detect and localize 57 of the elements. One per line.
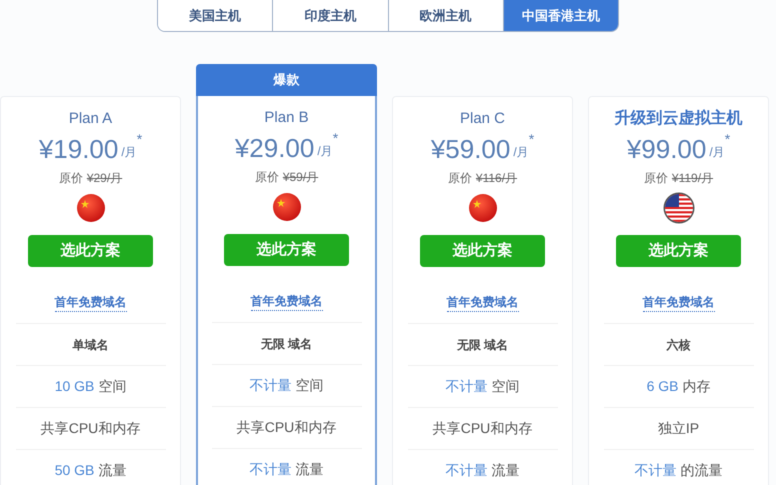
region-tab[interactable]: 中国香港主机 [502,0,618,31]
original-price: ¥59/月 [282,169,318,186]
feature-text: 6 GB 内存 [646,377,710,396]
feature-text: 独立IP [658,419,700,438]
feature-text: 50 GB 流量 [54,461,126,480]
asterisk: * [136,132,142,146]
plan-title: Plan B [264,108,309,128]
choose-plan-button[interactable]: 选此方案 [420,235,545,267]
feature-text: 六核 [666,336,690,354]
feature-text: 共享CPU和内存 [40,419,140,438]
choose-plan-button[interactable]: 选此方案 [224,234,349,266]
feature-text: 不计量 流量 [446,461,520,480]
price-unit: /月 [121,144,137,161]
original-price-label: 原价 [644,170,668,187]
plan-title: Plan C [460,109,506,129]
plan-price: ¥29.00 [234,132,314,164]
plan-price: ¥99.00 [626,133,706,165]
feature-text: 共享CPU和内存 [236,418,336,437]
feature-text: 不计量 的流量 [634,461,722,480]
feature-text: 不计量 空间 [446,377,520,396]
feature-text: 共享CPU和内存 [432,419,532,438]
choose-plan-button[interactable]: 选此方案 [616,235,741,267]
popular-badge: 爆款 [196,64,377,96]
region-tab[interactable]: 印度主机 [272,0,388,31]
original-price: ¥116/月 [476,170,518,187]
price-unit: /月 [317,143,333,160]
china-flag-icon [272,192,302,222]
plan-title: 升级到云虚拟主机 [614,108,742,129]
feature-link[interactable]: 首年免费域名 [250,292,322,310]
original-price-label: 原价 [448,170,472,187]
plan-title: Plan A [68,109,112,129]
price-unit: /月 [709,144,725,161]
region-tab[interactable]: 欧洲主机 [388,0,503,31]
price-unit: /月 [513,144,529,161]
feature-link[interactable]: 首年免费域名 [642,292,714,312]
asterisk: * [332,131,338,145]
original-price-label: 原价 [58,170,83,187]
china-flag-icon [76,193,106,223]
feature-text: 无限 域名 [456,336,508,354]
original-price-label: 原价 [254,169,279,186]
asterisk: * [724,132,730,146]
region-tab[interactable]: 美国主机 [158,0,272,31]
feature-text: 不计量 空间 [250,376,324,395]
asterisk: * [528,132,534,146]
feature-text: 不计量 流量 [250,460,324,479]
feature-text: 无限 域名 [260,336,312,352]
china-flag-icon [468,193,498,223]
feature-link[interactable]: 首年免费域名 [54,292,126,312]
original-price: ¥119/月 [672,170,714,187]
feature-text: 10 GB 空间 [54,377,126,396]
plan-price: ¥59.00 [430,133,510,165]
usa-flag-icon [662,192,694,224]
feature-text: 单域名 [72,336,108,354]
original-price: ¥29/月 [86,170,122,187]
choose-plan-button[interactable]: 选此方案 [28,235,153,267]
feature-link[interactable]: 首年免费域名 [446,292,518,312]
plan-price: ¥19.00 [38,133,118,165]
